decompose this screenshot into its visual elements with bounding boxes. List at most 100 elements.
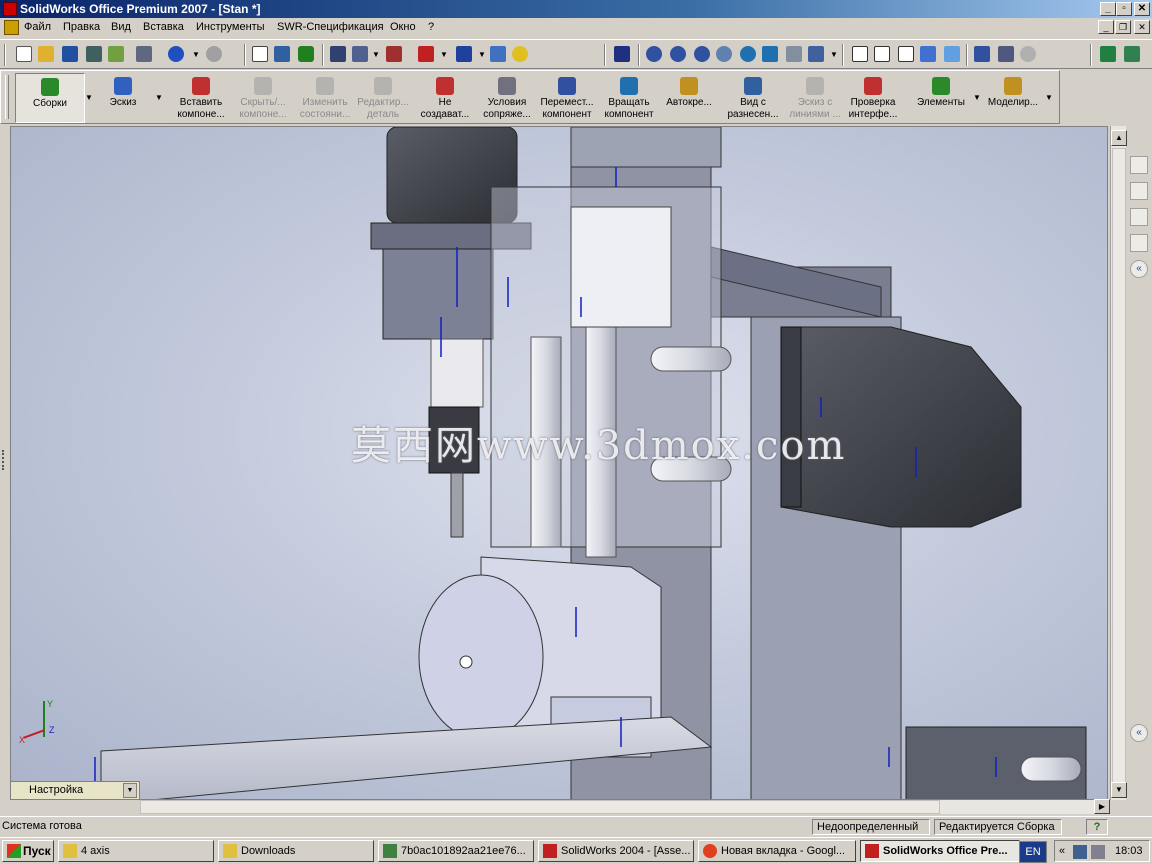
taskbar-button-5[interactable]: SolidWorks Office Pre...: [860, 840, 1020, 862]
cmd-button-3[interactable]: Скрыть/... компоне...: [231, 73, 295, 123]
scroll-up-arrow[interactable]: ▲: [1111, 130, 1127, 146]
wireframe-icon[interactable]: [852, 46, 868, 62]
menu-tools[interactable]: Инструменты: [196, 21, 265, 33]
collapse-pane-icon[interactable]: «: [1130, 260, 1148, 278]
print-icon[interactable]: [136, 46, 152, 62]
menu-window[interactable]: Окно: [390, 21, 416, 33]
menu-insert[interactable]: Вставка: [143, 21, 184, 33]
shaded-with-edges-icon[interactable]: [920, 46, 936, 62]
cmd-button-11[interactable]: Вид с разнесен...: [721, 73, 785, 123]
cmd-button-5[interactable]: Редактир... деталь: [351, 73, 415, 123]
hscroll-thumb[interactable]: [140, 800, 940, 814]
3d-drawing-view-icon[interactable]: [786, 46, 802, 62]
standard-views-dropdown-icon[interactable]: ▼: [830, 50, 838, 59]
maximize-button[interactable]: ▫: [1116, 2, 1132, 16]
zoom-in-out-icon[interactable]: [694, 46, 710, 62]
top-bearing-block[interactable]: [570, 127, 722, 168]
cmd-button-8[interactable]: Перемест... компонент: [535, 73, 599, 123]
taskbar-button-3[interactable]: SolidWorks 2004 - [Asse...: [538, 840, 694, 862]
taskbar-button-1[interactable]: Downloads: [218, 840, 374, 862]
scroll-thumb[interactable]: [1112, 148, 1126, 788]
undo-dropdown-icon[interactable]: ▼: [192, 50, 200, 59]
doc-minimize-button[interactable]: _: [1098, 20, 1114, 34]
start-button[interactable]: Пуск: [2, 840, 54, 862]
configuration-dropdown-icon[interactable]: ▼: [123, 783, 137, 798]
doc-close-button[interactable]: ✕: [1134, 20, 1150, 34]
rotate-view-icon[interactable]: [740, 46, 756, 62]
bearing-block[interactable]: [570, 206, 672, 328]
home-icon[interactable]: [1130, 156, 1148, 174]
appearance-icon[interactable]: [352, 46, 368, 62]
graphics-area[interactable]: 莫西网www.3dmox.com Y X Z: [10, 126, 1108, 800]
rotary-faceplate[interactable]: [418, 574, 544, 740]
cmd-button-2[interactable]: Вставить компоне...: [169, 73, 233, 123]
cmd-button-9[interactable]: Вращать компонент: [597, 73, 661, 123]
help-icon[interactable]: [512, 46, 528, 62]
menu-help[interactable]: ?: [428, 21, 434, 33]
realview-icon[interactable]: [1020, 46, 1036, 62]
select-arrow-icon[interactable]: [252, 46, 268, 62]
rebuild-icon[interactable]: [298, 46, 314, 62]
zoom-to-selection-icon[interactable]: [716, 46, 732, 62]
configuration-tab[interactable]: Настройка ▼: [10, 781, 140, 800]
close-button[interactable]: ✕: [1134, 2, 1150, 16]
faceplate-center[interactable]: [459, 655, 473, 669]
clock[interactable]: 18:03: [1115, 841, 1143, 861]
print-preview-icon[interactable]: [86, 46, 102, 62]
file-explorer-icon[interactable]: [1130, 208, 1148, 226]
volume-icon[interactable]: [1091, 845, 1105, 859]
hidden-lines-removed-icon[interactable]: [898, 46, 914, 62]
guide-rod-top[interactable]: [650, 346, 732, 372]
cmd-button-14[interactable]: Элементы: [909, 73, 973, 123]
cmd-button-12[interactable]: Эскиз с линиями ...: [783, 73, 847, 123]
pan-icon[interactable]: [762, 46, 778, 62]
options-icon[interactable]: [330, 46, 346, 62]
component-dropdown-icon[interactable]: ▼: [440, 50, 448, 59]
panel-splitter[interactable]: [2, 450, 6, 470]
solidworks-app-icon[interactable]: [3, 2, 17, 16]
document-icon[interactable]: [4, 20, 19, 35]
section-view-icon[interactable]: [974, 46, 990, 62]
language-indicator[interactable]: EN: [1019, 841, 1047, 863]
expand-pane-icon[interactable]: «: [1130, 724, 1148, 742]
toolbar-grip[interactable]: [4, 44, 6, 66]
scroll-right-arrow[interactable]: ▶: [1094, 799, 1110, 814]
end-mill[interactable]: [450, 472, 464, 538]
swr-icon[interactable]: [1124, 46, 1140, 62]
cmd-button-6[interactable]: Не создават...: [413, 73, 477, 123]
save-icon[interactable]: [62, 46, 78, 62]
cmd-button-0[interactable]: Сборки: [15, 73, 85, 123]
spindle-housing[interactable]: [382, 248, 494, 340]
tools-icon[interactable]: [1100, 46, 1116, 62]
shaded-icon[interactable]: [944, 46, 960, 62]
cmd-dropdown-icon[interactable]: ▼: [155, 93, 163, 102]
cmd-button-1[interactable]: Эскиз: [91, 73, 155, 123]
appearance-dropdown-icon[interactable]: ▼: [372, 50, 380, 59]
help-icon-status[interactable]: ?: [1086, 819, 1108, 835]
cmd-button-4[interactable]: Изменить состояни...: [293, 73, 357, 123]
zoom-to-fit-icon[interactable]: [646, 46, 662, 62]
doc-restore-button[interactable]: ❐: [1115, 20, 1131, 34]
layout-icon[interactable]: [456, 46, 472, 62]
command-manager-grip[interactable]: [5, 75, 9, 119]
shadows-icon[interactable]: [998, 46, 1014, 62]
horizontal-scrollbar[interactable]: ▶: [140, 799, 1110, 814]
cmd-button-10[interactable]: Автокре...: [657, 73, 721, 123]
hidden-lines-visible-icon[interactable]: [874, 46, 890, 62]
spindle[interactable]: [430, 338, 484, 408]
search-icon[interactable]: [1130, 234, 1148, 252]
properties-icon[interactable]: [490, 46, 506, 62]
make-drawing-icon[interactable]: [108, 46, 124, 62]
minimize-button[interactable]: _: [1100, 2, 1116, 16]
vertical-scrollbar[interactable]: ▲ ▼: [1110, 126, 1127, 800]
x-guide-rod[interactable]: [1020, 756, 1082, 782]
undo-icon[interactable]: [168, 46, 184, 62]
cmd-dropdown-icon[interactable]: ▼: [1045, 93, 1053, 102]
design-library-icon[interactable]: [1130, 182, 1148, 200]
component-icon[interactable]: [418, 46, 434, 62]
new-document-icon[interactable]: [16, 46, 32, 62]
macro-icon[interactable]: [386, 46, 402, 62]
menu-view[interactable]: Вид: [111, 21, 131, 33]
taskbar-button-2[interactable]: 7b0ac101892aa21ee76...: [378, 840, 534, 862]
open-icon[interactable]: [38, 46, 54, 62]
